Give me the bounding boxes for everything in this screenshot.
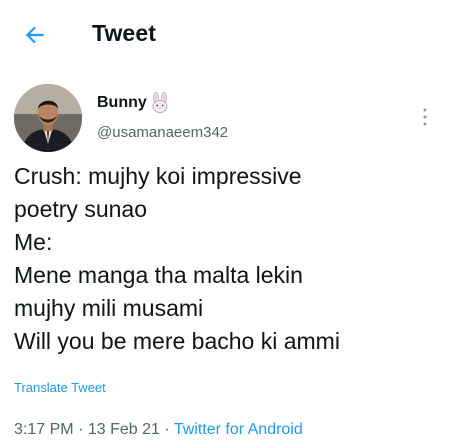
tweet-text: Crush: mujhy koi impressive poetry sunao… bbox=[14, 160, 444, 358]
page-title: Tweet bbox=[92, 20, 156, 46]
tweet-line: Will you be mere bacho ki ammi bbox=[14, 328, 340, 354]
meta-separator: · bbox=[78, 421, 84, 438]
meta-separator: · bbox=[164, 421, 170, 438]
tweet-line: Me: bbox=[14, 229, 53, 255]
tweet-line: poetry sunao bbox=[14, 196, 147, 222]
avatar[interactable] bbox=[14, 84, 82, 152]
tweet-date[interactable]: 13 Feb 21 bbox=[88, 421, 160, 438]
tweet-line: Crush: mujhy koi impressive bbox=[14, 163, 302, 189]
tweet-meta: 3:17 PM · 13 Feb 21 · Twitter for Androi… bbox=[14, 421, 303, 439]
avatar-image bbox=[14, 84, 82, 152]
tweet-line: Mene manga tha malta lekin bbox=[14, 262, 303, 288]
rabbit-face-icon bbox=[152, 92, 168, 113]
arrow-left-icon[interactable] bbox=[22, 22, 48, 48]
tweet-time[interactable]: 3:17 PM bbox=[14, 421, 74, 438]
top-bar: Tweet bbox=[0, 0, 450, 68]
author-name[interactable]: Bunny bbox=[97, 94, 147, 112]
tweet-source-link[interactable]: Twitter for Android bbox=[174, 421, 303, 438]
author-name-row[interactable]: Bunny bbox=[97, 92, 171, 114]
more-vertical-icon[interactable] bbox=[418, 106, 432, 128]
translate-tweet-link[interactable]: Translate Tweet bbox=[14, 380, 106, 395]
tweet-line: mujhy mili musami bbox=[14, 295, 204, 321]
author-handle[interactable]: @usamanaeem342 bbox=[97, 124, 228, 141]
